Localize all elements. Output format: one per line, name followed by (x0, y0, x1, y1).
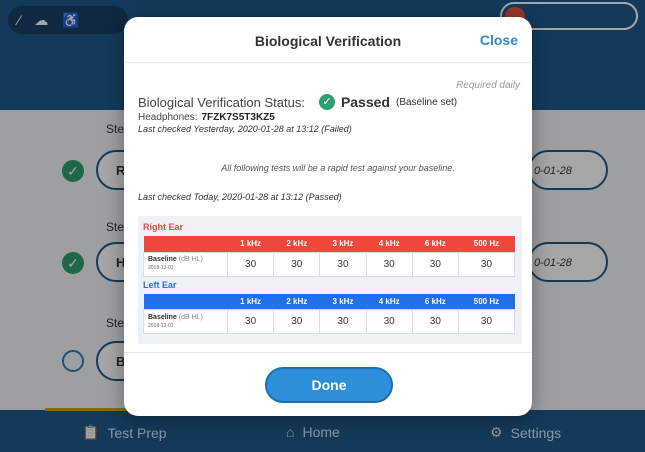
baseline-row-header: Baseline (dB HL) 2018-12-01 (143, 309, 228, 334)
threshold-cell: 30 (226, 251, 275, 277)
threshold-cell: 30 (457, 309, 516, 334)
threshold-cell: 30 (365, 309, 413, 334)
right-ear-table: 1 kHz 2 kHz 3 kHz 4 kHz 6 kHz 500 Hz Bas… (143, 236, 516, 277)
threshold-cell: 30 (319, 251, 367, 277)
freq-header: 2 kHz (273, 236, 320, 252)
threshold-cell: 30 (411, 251, 459, 277)
done-button[interactable]: Done (265, 367, 393, 403)
freq-header: 4 kHz (366, 236, 413, 252)
headphones-value: 7FZK7S5T3KZ5 (201, 112, 275, 123)
bio-verification-modal: Biological Verification Close Required d… (124, 17, 532, 416)
threshold-cell: 30 (411, 309, 459, 334)
required-note: Required daily (456, 80, 520, 91)
modal-footer: Done (124, 352, 532, 416)
baseline-row-header: Baseline (dB HL) 2018-12-01 (143, 251, 228, 277)
headphones-label: Headphones: (138, 112, 198, 123)
last-checked-current: Last checked Today, 2020-01-28 at 13:12 … (138, 192, 342, 202)
freq-header: 500 Hz (458, 236, 515, 252)
threshold-cell: 30 (226, 309, 275, 334)
left-ear-header-blank (143, 293, 228, 310)
threshold-cell: 30 (365, 251, 413, 277)
left-ear-table: 1 kHz 2 kHz 3 kHz 4 kHz 6 kHz 500 Hz Bas… (143, 293, 516, 334)
right-ear-label: Right Ear (143, 222, 184, 232)
rapid-test-note: All following tests will be a rapid test… (221, 163, 455, 173)
right-ear-baseline-row: Baseline (dB HL) 2018-12-01 30 30 30 30 3… (143, 251, 516, 277)
status-note: (Baseline set) (395, 96, 458, 108)
freq-header: 4 kHz (366, 293, 413, 310)
status-value: Passed (340, 94, 390, 110)
status-label: Biological Verification Status: (138, 94, 305, 110)
passed-check-icon: ✓ (318, 94, 335, 110)
modal-title: Biological Verification (254, 33, 402, 49)
baseline-label: Baseline (148, 256, 177, 263)
freq-header: 500 Hz (458, 293, 515, 310)
freq-header: 3 kHz (319, 293, 367, 310)
threshold-cell: 30 (319, 309, 367, 334)
modal-header: Biological Verification Close (124, 17, 532, 63)
freq-header: 6 kHz (412, 293, 459, 310)
right-ear-header-blank (143, 236, 228, 252)
freq-header: 6 kHz (412, 236, 459, 252)
baseline-unit: (dB HL) (178, 256, 203, 263)
threshold-cell: 30 (457, 251, 516, 277)
left-ear-label: Left Ear (143, 279, 177, 290)
freq-header: 1 kHz (227, 236, 274, 252)
right-ear-header-row: 1 kHz 2 kHz 3 kHz 4 kHz 6 kHz 500 Hz (143, 236, 515, 252)
left-ear-header-row: 1 kHz 2 kHz 3 kHz 4 kHz 6 kHz 500 Hz (143, 293, 515, 310)
last-checked-previous: Last checked Yesterday, 2020-01-28 at 13… (138, 124, 352, 134)
freq-header: 3 kHz (319, 236, 367, 252)
baseline-label: Baseline (148, 313, 177, 321)
baseline-unit: (dB HL) (178, 313, 203, 321)
close-button[interactable]: Close (480, 32, 518, 48)
freq-header: 1 kHz (227, 293, 274, 310)
left-ear-baseline-row: Baseline (dB HL) 2018-12-01 30 30 30 30 3… (143, 309, 516, 334)
headphones-row: Headphones: 7FZK7S5T3KZ5 (138, 112, 275, 123)
results-panel: Right Ear 1 kHz 2 kHz 3 kHz 4 kHz 6 kHz … (138, 216, 522, 344)
freq-header: 2 kHz (273, 293, 320, 310)
threshold-cell: 30 (273, 309, 321, 334)
modal-body: Required daily Biological Verification S… (124, 64, 532, 352)
baseline-date: 2018-12-01 (148, 322, 174, 329)
status-row: Biological Verification Status: ✓ Passed… (138, 94, 457, 110)
baseline-date: 2018-12-01 (148, 265, 174, 271)
threshold-cell: 30 (273, 251, 321, 277)
